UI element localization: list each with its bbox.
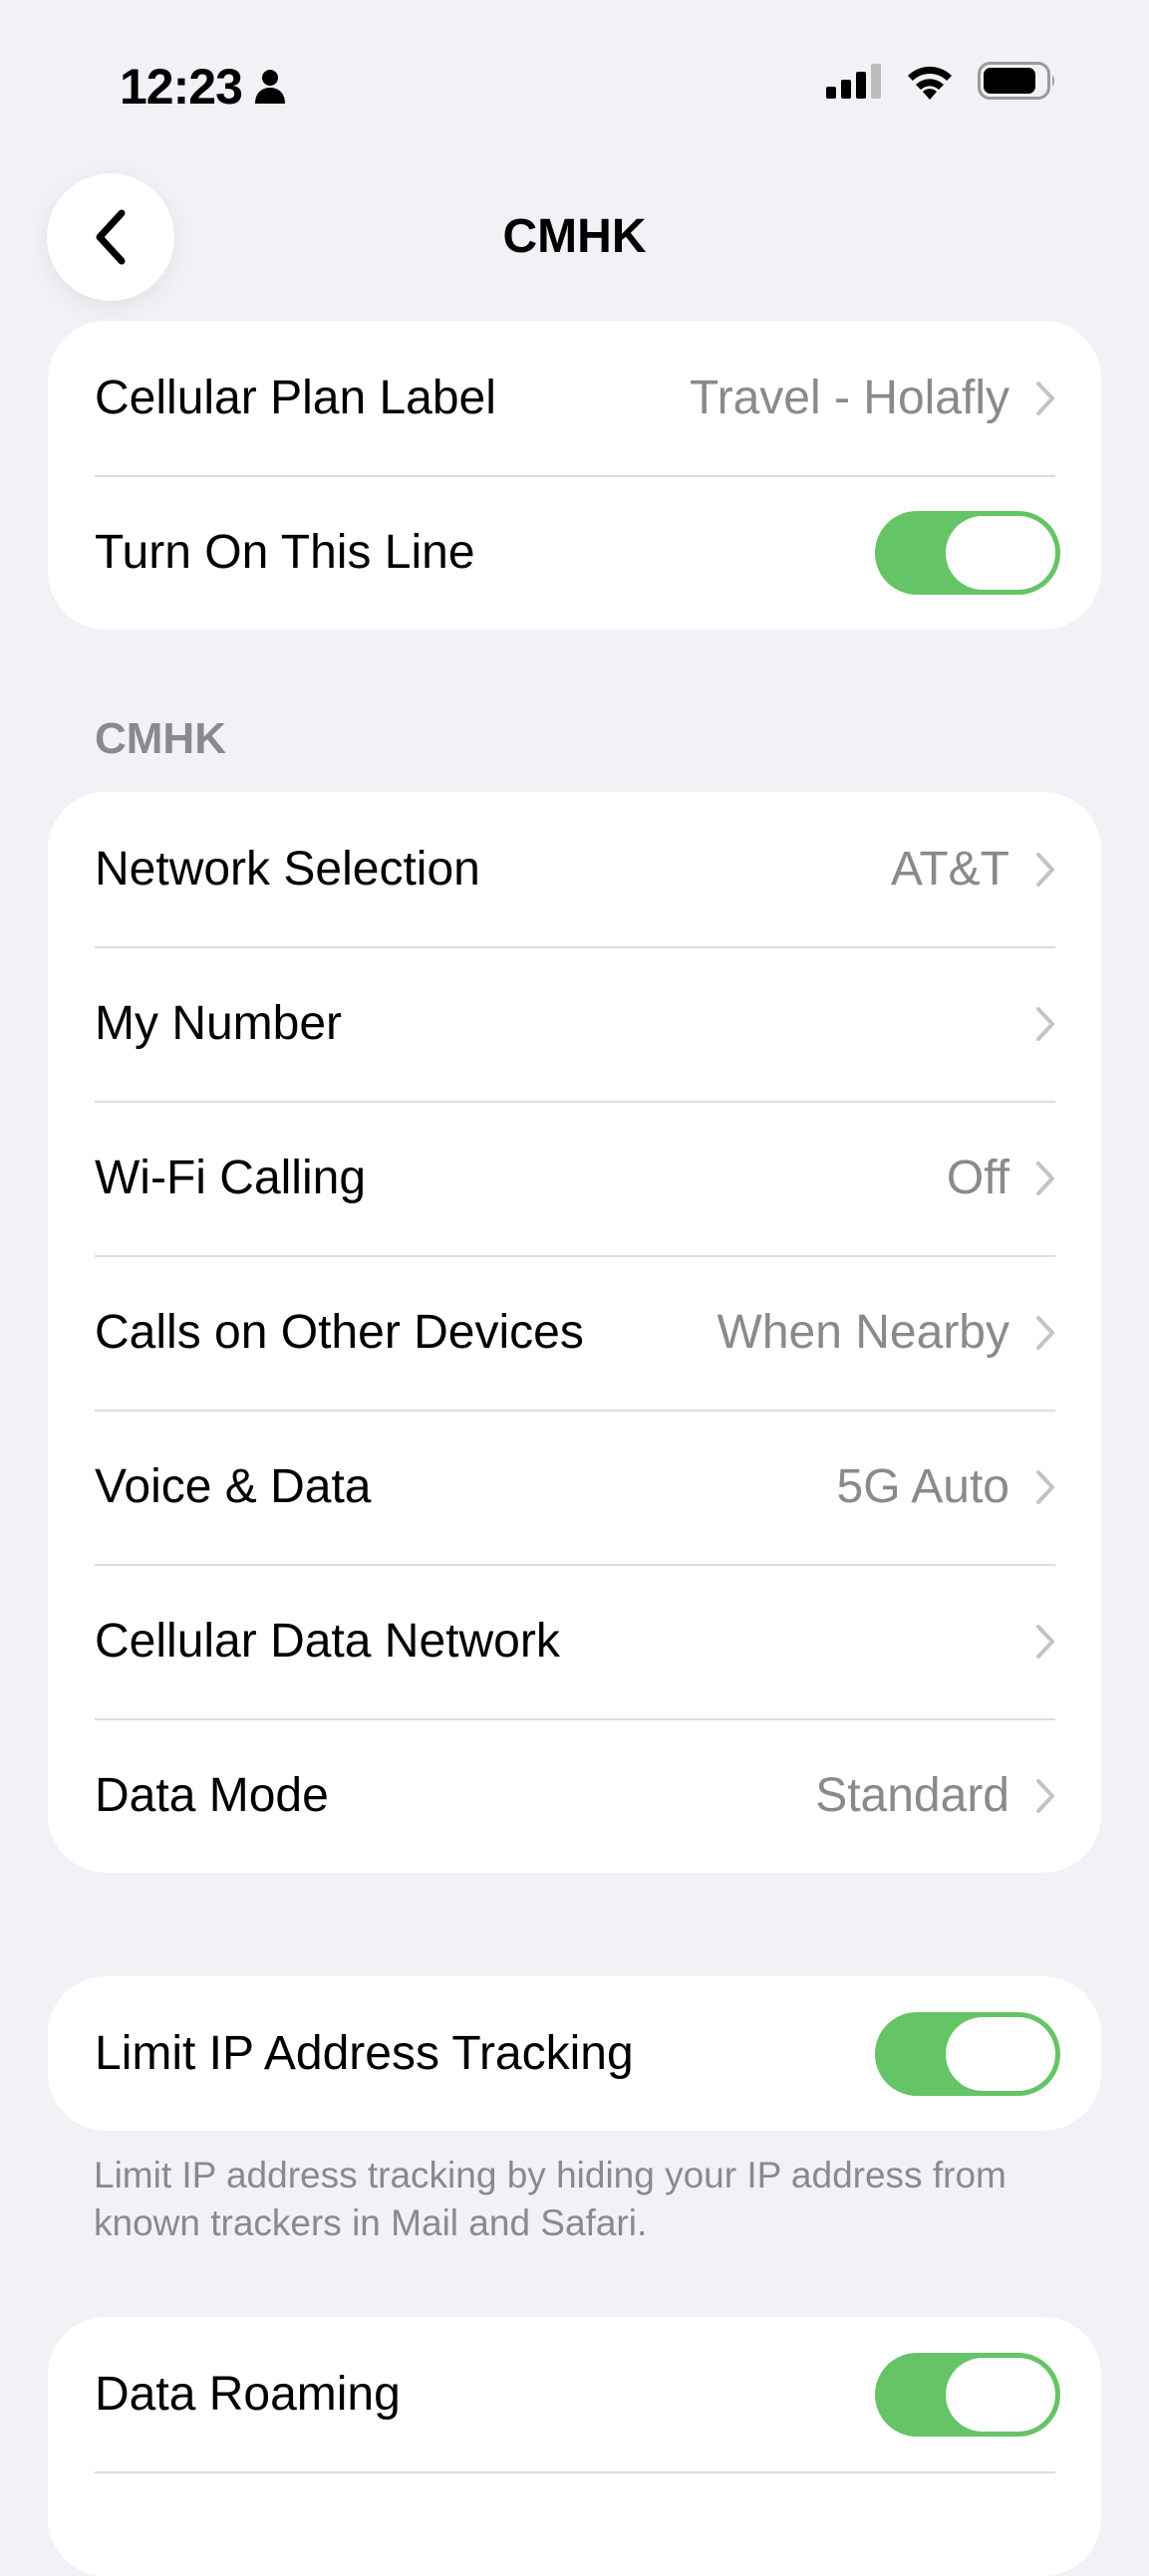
row-label: Data Mode	[95, 1769, 329, 1822]
limit-ip-tracking-row: Limit IP Address Tracking	[48, 1976, 1101, 2131]
section-header: CMHK	[95, 714, 226, 763]
turn-on-line-row: Turn On This Line	[48, 475, 1101, 630]
next-row	[48, 2471, 1101, 2576]
row-label: Cellular Plan Label	[95, 372, 496, 424]
limit-ip-tracking-toggle[interactable]	[875, 2011, 1060, 2096]
status-icons	[826, 62, 1057, 100]
person-icon	[254, 69, 286, 105]
navigation-bar: CMHK	[0, 169, 1149, 304]
row-value: AT&T	[890, 843, 1009, 896]
wifi-calling-row[interactable]: Wi-Fi Calling Off	[48, 1101, 1101, 1255]
chevron-right-icon	[1035, 1006, 1055, 1042]
chevron-right-icon	[1035, 852, 1055, 888]
toggle-knob	[946, 2357, 1055, 2432]
cmhk-settings-group: Network Selection AT&T My Number Wi-Fi C…	[48, 792, 1101, 1873]
page-title: CMHK	[502, 210, 647, 263]
status-bar: 12:23	[0, 0, 1149, 169]
row-value: Travel - Holafly	[690, 372, 1009, 424]
turn-on-line-toggle[interactable]	[875, 510, 1060, 595]
my-number-row[interactable]: My Number	[48, 946, 1101, 1101]
chevron-right-icon	[1035, 1469, 1055, 1505]
row-value: Off	[946, 1152, 1009, 1204]
row-label: My Number	[95, 997, 343, 1050]
wifi-icon	[904, 62, 956, 100]
network-selection-row[interactable]: Network Selection AT&T	[48, 792, 1101, 946]
chevron-right-icon	[1035, 381, 1055, 416]
data-roaming-toggle[interactable]	[875, 2352, 1060, 2437]
chevron-right-icon	[1035, 1624, 1055, 1660]
data-roaming-row: Data Roaming	[48, 2317, 1101, 2471]
chevron-right-icon	[1035, 1315, 1055, 1351]
row-label: Wi-Fi Calling	[95, 1152, 367, 1204]
row-label: Voice & Data	[95, 1460, 372, 1513]
row-label: Calls on Other Devices	[95, 1306, 584, 1359]
row-label: Turn On This Line	[95, 526, 475, 579]
voice-and-data-row[interactable]: Voice & Data 5G Auto	[48, 1410, 1101, 1564]
data-mode-row[interactable]: Data Mode Standard	[48, 1718, 1101, 1873]
calls-on-other-devices-row[interactable]: Calls on Other Devices When Nearby	[48, 1255, 1101, 1410]
roaming-group: Data Roaming	[48, 2317, 1101, 2576]
clock-text: 12:23	[120, 59, 243, 115]
row-value: When Nearby	[717, 1306, 1009, 1359]
row-value: Standard	[815, 1769, 1009, 1822]
cellular-plan-label-row[interactable]: Cellular Plan Label Travel - Holafly	[48, 321, 1101, 475]
cellular-data-network-row[interactable]: Cellular Data Network	[48, 1564, 1101, 1718]
chevron-right-icon	[1035, 1160, 1055, 1196]
limit-ip-footer-note: Limit IP address tracking by hiding your…	[94, 2155, 1006, 2243]
row-label: Limit IP Address Tracking	[95, 2027, 634, 2080]
limit-ip-group: Limit IP Address Tracking	[48, 1976, 1101, 2131]
chevron-right-icon	[1035, 1778, 1055, 1814]
status-time: 12:23	[120, 58, 286, 116]
row-label: Network Selection	[95, 843, 480, 896]
toggle-knob	[946, 515, 1055, 590]
plan-group: Cellular Plan Label Travel - Holafly Tur…	[48, 321, 1101, 630]
battery-icon	[978, 62, 1057, 100]
row-label: Cellular Data Network	[95, 1615, 560, 1668]
cellular-signal-icon	[826, 63, 882, 99]
row-value: 5G Auto	[836, 1460, 1009, 1513]
toggle-knob	[946, 2016, 1055, 2091]
row-label: Data Roaming	[95, 2368, 401, 2421]
